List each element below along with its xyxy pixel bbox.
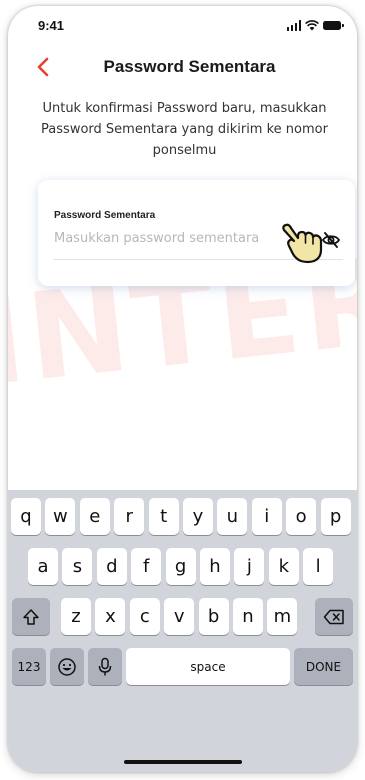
key-r[interactable]: r xyxy=(114,498,145,535)
key-o[interactable]: o xyxy=(286,498,317,535)
key-n[interactable]: n xyxy=(233,598,263,635)
instruction-text: Untuk konfirmasi Password baru, masukkan… xyxy=(41,101,328,158)
key-i[interactable]: i xyxy=(251,498,282,535)
key-z[interactable]: z xyxy=(61,598,91,635)
key-b[interactable]: b xyxy=(198,598,229,635)
temporary-password-input[interactable] xyxy=(54,227,276,249)
key-p[interactable]: p xyxy=(320,498,351,535)
space-key[interactable]: space xyxy=(126,648,290,685)
password-field-label: Password Sementara xyxy=(54,210,156,221)
key-w[interactable]: w xyxy=(45,498,76,535)
battery-icon xyxy=(323,21,344,30)
shift-key[interactable] xyxy=(12,598,50,635)
home-indicator xyxy=(123,760,242,764)
key-l[interactable]: l xyxy=(303,548,334,585)
phone-frame: INTERNAL 9:41 Password Sementara Untuk k… xyxy=(8,6,357,772)
numbers-key[interactable]: 123 xyxy=(12,648,46,685)
emoji-icon xyxy=(58,657,76,676)
key-s[interactable]: s xyxy=(62,548,93,585)
key-g[interactable]: g xyxy=(165,548,196,585)
key-x[interactable]: x xyxy=(95,598,126,635)
key-k[interactable]: k xyxy=(268,548,299,585)
key-h[interactable]: h xyxy=(200,548,230,585)
done-key[interactable]: DONE xyxy=(294,648,353,685)
key-j[interactable]: j xyxy=(234,548,265,585)
backspace-icon xyxy=(323,609,344,624)
key-d[interactable]: d xyxy=(96,548,127,585)
key-v[interactable]: v xyxy=(164,598,195,635)
status-bar: 9:41 xyxy=(8,6,357,46)
keyboard: qwertyuiop asdfghjkl zxcvbnm 123 space D… xyxy=(8,490,357,772)
dictation-key[interactable] xyxy=(88,648,122,685)
input-underline xyxy=(54,259,343,260)
key-q[interactable]: q xyxy=(11,498,41,535)
wifi-icon xyxy=(305,20,319,31)
key-u[interactable]: u xyxy=(217,498,248,535)
key-m[interactable]: m xyxy=(267,598,298,635)
header: Password Sementara xyxy=(8,52,357,82)
backspace-key[interactable] xyxy=(315,598,353,635)
key-t[interactable]: t xyxy=(148,498,179,535)
eye-off-icon xyxy=(321,232,341,248)
microphone-icon xyxy=(98,657,112,675)
password-card: Password Sementara xyxy=(38,180,355,286)
key-y[interactable]: y xyxy=(183,498,213,535)
key-e[interactable]: e xyxy=(79,498,110,535)
page-title: Password Sementara xyxy=(103,57,276,76)
toggle-visibility-button[interactable] xyxy=(319,228,343,252)
key-c[interactable]: c xyxy=(129,598,160,635)
status-time: 9:41 xyxy=(38,18,65,33)
emoji-key[interactable] xyxy=(50,648,84,685)
signal-icon xyxy=(286,20,301,31)
key-f[interactable]: f xyxy=(131,548,162,585)
status-icons xyxy=(286,19,344,31)
shift-icon xyxy=(23,608,39,625)
key-a[interactable]: a xyxy=(28,548,58,585)
